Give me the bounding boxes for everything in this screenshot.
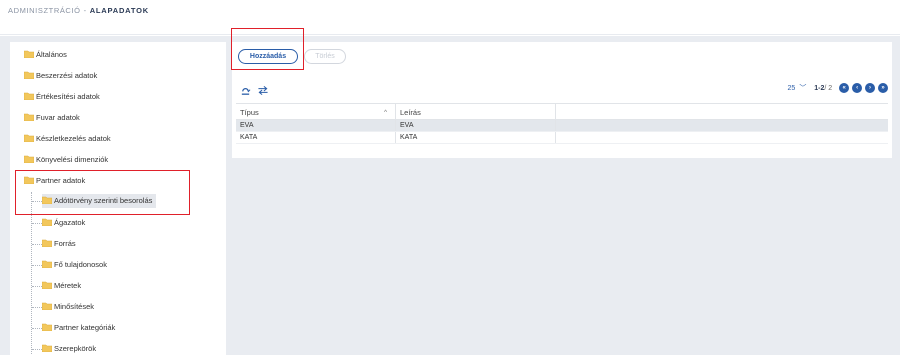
swap-icon[interactable]	[257, 85, 269, 100]
column-header-label: Típus	[240, 108, 259, 117]
highlight-box-add	[231, 28, 304, 70]
folder-icon	[24, 71, 34, 80]
folder-icon	[42, 323, 52, 332]
table-cell: EVA	[396, 120, 556, 131]
highlight-box-tree	[15, 170, 190, 215]
tree-item-label: Készletkezelés adatok	[36, 134, 111, 143]
last-page-icon[interactable]: »	[878, 83, 888, 94]
breadcrumb-separator: -	[83, 6, 87, 15]
table-tools	[240, 85, 273, 97]
tree-branch	[32, 223, 42, 224]
tree-item-beszerzesi-adatok[interactable]: Beszerzési adatok	[24, 69, 97, 83]
chevron-down-icon: ﹀	[799, 85, 807, 92]
tree-item-label: Beszerzési adatok	[36, 71, 98, 80]
folder-icon	[24, 50, 34, 59]
table-cell: KATA	[236, 132, 396, 143]
tree-item-label: Fuvar adatok	[36, 113, 80, 122]
tree-branch	[32, 286, 42, 287]
sort-up-icon[interactable]: ^	[384, 104, 387, 121]
tree-item-label: Minősítések	[54, 302, 95, 311]
detail-panel: Hozzáadás Törlés 25 ﹀ 1-2/ 2 « ‹ › » Típu…	[232, 42, 892, 158]
delete-button[interactable]: Törlés	[304, 49, 346, 64]
tree-branch	[32, 328, 42, 329]
tree-item-forras[interactable]: Forrás	[42, 237, 76, 251]
tree-item-label: Ágazatok	[54, 218, 86, 227]
column-header-leiras[interactable]: Leírás	[396, 104, 556, 119]
first-page-icon[interactable]: «	[839, 83, 850, 94]
folder-icon	[42, 344, 52, 353]
tree-item-fuvar-adatok[interactable]: Fuvar adatok	[24, 111, 80, 125]
pagination: 25 ﹀ 1-2/ 2 « ‹ › »	[788, 83, 888, 95]
page-range: 1-2	[814, 85, 825, 92]
tree-item-label: Szerepkörök	[54, 344, 97, 353]
tree-branch	[32, 244, 42, 245]
data-table: Típus ^ Leírás EVA EVA KATA KATA	[236, 103, 888, 144]
folder-icon	[24, 134, 34, 143]
folder-icon	[24, 92, 34, 101]
breadcrumb: ADMINISZTRÁCIÓ - ALAPADATOK	[8, 6, 149, 15]
tree-branch	[32, 265, 42, 266]
top-bar: ADMINISZTRÁCIÓ - ALAPADATOK	[0, 0, 900, 35]
next-page-icon[interactable]: ›	[865, 83, 876, 94]
breadcrumb-section[interactable]: ADMINISZTRÁCIÓ	[8, 6, 81, 15]
tree-branch	[32, 307, 42, 308]
folder-icon	[42, 281, 52, 290]
tree-item-label: Értékesítési adatok	[36, 92, 100, 101]
tree-item-label: Könyvelési dimenziók	[36, 155, 109, 164]
tree-item-label: Forrás	[54, 239, 76, 248]
tree-item-keszletkezeles-adatok[interactable]: Készletkezelés adatok	[24, 132, 111, 146]
table-cell: EVA	[236, 120, 396, 131]
tree-item-konyvelesi-dimenziok[interactable]: Könyvelési dimenziók	[24, 153, 108, 167]
breadcrumb-current: ALAPADATOK	[89, 6, 149, 15]
tree-item-fo-tulajdonosok[interactable]: Fő tulajdonosok	[42, 258, 107, 272]
tree-item-label: Fő tulajdonosok	[54, 260, 107, 269]
folder-icon	[42, 260, 52, 269]
tree-item-minositesek[interactable]: Minősítések	[42, 300, 94, 314]
tree-item-label: Általános	[36, 50, 67, 59]
tree-item-partner-kategoriak[interactable]: Partner kategóriák	[42, 321, 115, 335]
refresh-icon[interactable]	[240, 85, 251, 100]
prev-page-icon[interactable]: ‹	[852, 83, 863, 94]
tree-item-meretek[interactable]: Méretek	[42, 279, 81, 293]
column-header-tipus[interactable]: Típus ^	[236, 104, 396, 119]
page-total: / 2	[824, 85, 833, 92]
tree-item-ertekesitesi-adatok[interactable]: Értékesítési adatok	[24, 90, 100, 104]
tree-item-label: Partner kategóriák	[54, 323, 116, 332]
column-header-label: Leírás	[400, 108, 421, 117]
tree-item-agazatok[interactable]: Ágazatok	[42, 216, 85, 230]
tree-branch	[32, 349, 42, 350]
table-header: Típus ^ Leírás	[236, 103, 888, 120]
page-size-value: 25	[787, 85, 796, 92]
table-cell: KATA	[396, 132, 556, 143]
page-size-select[interactable]: 25 ﹀	[788, 85, 807, 92]
table-row[interactable]: EVA EVA	[236, 120, 888, 132]
folder-icon	[24, 113, 34, 122]
tree-item-altalanos[interactable]: Általános	[24, 48, 67, 62]
tree-item-szerepkorok[interactable]: Szerepkörök	[42, 342, 96, 355]
tree-connector	[31, 192, 32, 355]
table-row[interactable]: KATA KATA	[236, 132, 888, 144]
folder-icon	[42, 239, 52, 248]
folder-icon	[24, 155, 34, 164]
tree-item-label: Méretek	[54, 281, 82, 290]
folder-icon	[42, 218, 52, 227]
folder-icon	[42, 302, 52, 311]
